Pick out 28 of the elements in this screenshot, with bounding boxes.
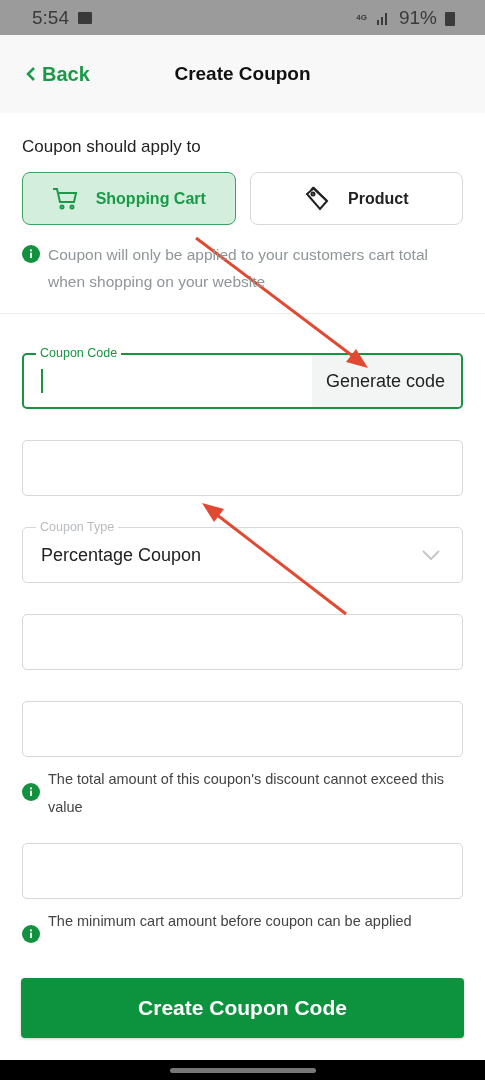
text-cursor bbox=[41, 369, 43, 393]
input-field[interactable] bbox=[22, 843, 463, 899]
page-title: Create Coupon bbox=[174, 63, 311, 85]
info-icon bbox=[22, 783, 40, 801]
dropdown-value: Percentage Coupon bbox=[41, 544, 202, 566]
generate-code-button[interactable]: Generate code bbox=[311, 355, 461, 407]
apply-option[interactable]: Product bbox=[249, 172, 463, 225]
home-indicator[interactable] bbox=[169, 1067, 316, 1073]
input-field[interactable] bbox=[22, 614, 463, 670]
input-field[interactable] bbox=[22, 701, 463, 757]
image-icon bbox=[77, 9, 93, 26]
network-type: 4G bbox=[356, 13, 367, 22]
hint-text: The total amount of this coupon's discount cannot exceed this value bbox=[48, 770, 446, 817]
battery-percent: 91% bbox=[398, 6, 437, 29]
hint-text: The minimum cart amount before coupon can be applied bbox=[48, 912, 412, 931]
tag-icon bbox=[304, 185, 330, 212]
cart-icon bbox=[51, 185, 78, 212]
clock: 5:54 bbox=[32, 6, 69, 29]
field-label: Coupon Code bbox=[36, 345, 122, 361]
battery-icon bbox=[445, 9, 455, 26]
section-label: Coupon should apply to bbox=[22, 137, 202, 157]
info-icon bbox=[22, 245, 40, 263]
field-label: Coupon Type bbox=[36, 519, 119, 535]
info-icon bbox=[22, 925, 40, 943]
chevron-left-icon bbox=[26, 66, 36, 82]
chevron-down-icon bbox=[422, 550, 440, 560]
input-field[interactable] bbox=[22, 440, 463, 496]
create-coupon-button[interactable]: Create Coupon Code bbox=[21, 977, 464, 1038]
